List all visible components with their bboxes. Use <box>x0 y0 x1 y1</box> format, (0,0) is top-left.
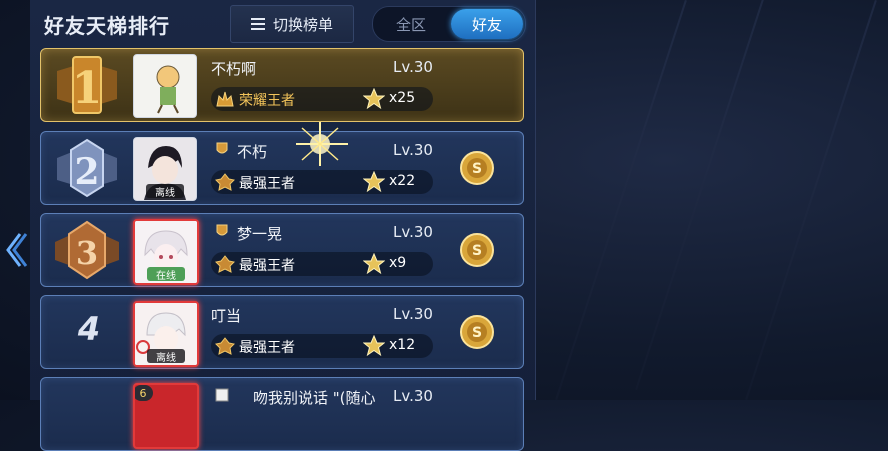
title-badge-icon <box>216 224 228 236</box>
star-icon <box>363 88 385 110</box>
tier-bar: 荣耀王者 x25 <box>211 87 433 111</box>
avatar[interactable]: 在线 <box>133 219 199 285</box>
player-name: 叮当 <box>211 307 242 325</box>
background-streak <box>555 0 687 401</box>
tier-name: 荣耀王者 <box>239 93 295 109</box>
tier-name: 最强王者 <box>239 176 295 192</box>
table-row[interactable]: 1 不朽啊 Lv.30 荣耀王者 x25 <box>40 48 524 122</box>
player-level: Lv.30 <box>393 141 433 159</box>
player-name: 不朽 <box>237 143 268 161</box>
title-badge-icon <box>216 142 228 154</box>
player-name: 不朽啊 <box>211 60 257 78</box>
star-icon <box>363 171 385 193</box>
sparkle-effect-icon <box>296 122 348 166</box>
svg-text:S: S <box>472 161 482 177</box>
player-level: Lv.30 <box>393 305 433 323</box>
coin-icon[interactable]: S <box>459 232 495 268</box>
player-level: Lv.30 <box>393 223 433 241</box>
rank-number: 4 <box>77 310 101 348</box>
menu-icon <box>250 18 265 30</box>
player-level: Lv.30 <box>393 58 433 76</box>
tab-all-region[interactable]: 全区 <box>375 9 447 39</box>
star-count: x9 <box>389 255 407 271</box>
avatar[interactable] <box>133 54 197 118</box>
tier-name: 最强王者 <box>239 258 295 274</box>
scope-tabs: 全区 好友 <box>372 6 526 42</box>
svg-text:3: 3 <box>76 234 98 272</box>
tier-crown-icon <box>216 91 234 107</box>
player-name: 吻我别说话 "(随心 <box>253 389 376 407</box>
status-badge: 在线 <box>147 267 185 282</box>
rank-3-medal-icon: 3 <box>55 220 119 280</box>
avatar[interactable]: 离线 <box>133 301 199 367</box>
table-row[interactable]: 6 吻我别说话 "(随心 Lv.30 <box>40 377 524 451</box>
title-badge-icon <box>215 388 229 402</box>
tier-bar: 最强王者 x22 <box>211 170 433 194</box>
svg-text:1: 1 <box>72 63 103 114</box>
star-count: x12 <box>389 337 416 353</box>
tier-bar: 最强王者 x12 <box>211 334 433 358</box>
tier-crown-icon <box>215 255 235 273</box>
star-icon <box>363 335 385 357</box>
svg-text:S: S <box>472 325 482 341</box>
tier-bar: 最强王者 x9 <box>211 252 433 276</box>
avatar[interactable]: 6 <box>133 383 199 449</box>
leaderboard-panel: 好友天梯排行 切换榜单 全区 好友 1 不朽啊 Lv.30 荣耀王者 x25 2… <box>30 0 536 451</box>
avatar-image <box>134 55 196 117</box>
player-name: 梦一晃 <box>237 225 283 243</box>
tier-crown-icon <box>215 173 235 191</box>
background-streak <box>745 0 877 401</box>
rank-number: 6 <box>135 385 153 401</box>
tier-name: 最强王者 <box>239 340 295 356</box>
star-count: x25 <box>389 90 416 106</box>
background-streak <box>635 0 767 391</box>
coin-icon[interactable]: S <box>459 150 495 186</box>
tier-crown-icon <box>215 337 235 355</box>
tab-friends[interactable]: 好友 <box>451 9 523 39</box>
player-level: Lv.30 <box>393 387 433 405</box>
coin-icon[interactable]: S <box>459 314 495 350</box>
svg-text:S: S <box>472 243 482 259</box>
switch-leaderboard-label: 切换榜单 <box>272 15 333 34</box>
rank-1-medal-icon: 1 <box>57 56 117 114</box>
svg-text:2: 2 <box>74 151 99 193</box>
page-title: 好友天梯排行 <box>44 14 170 38</box>
table-row[interactable]: 3 在线 梦一晃 Lv.30 最强王者 x9 S <box>40 213 524 287</box>
avatar[interactable]: 离线 <box>133 137 197 201</box>
star-count: x22 <box>389 173 416 189</box>
switch-leaderboard-button[interactable]: 切换榜单 <box>230 5 354 43</box>
status-badge: 离线 <box>146 184 184 199</box>
status-badge: 离线 <box>147 349 185 364</box>
left-arrow-icon[interactable] <box>4 230 28 270</box>
star-icon <box>363 253 385 275</box>
leaderboard-header: 好友天梯排行 切换榜单 全区 好友 <box>30 0 535 46</box>
table-row[interactable]: 4 离线 叮当 Lv.30 最强王者 x12 S <box>40 295 524 369</box>
table-row[interactable]: 2 离线 不朽 Lv.30 最强王者 x22 S <box>40 131 524 205</box>
rank-2-medal-icon: 2 <box>57 138 117 198</box>
